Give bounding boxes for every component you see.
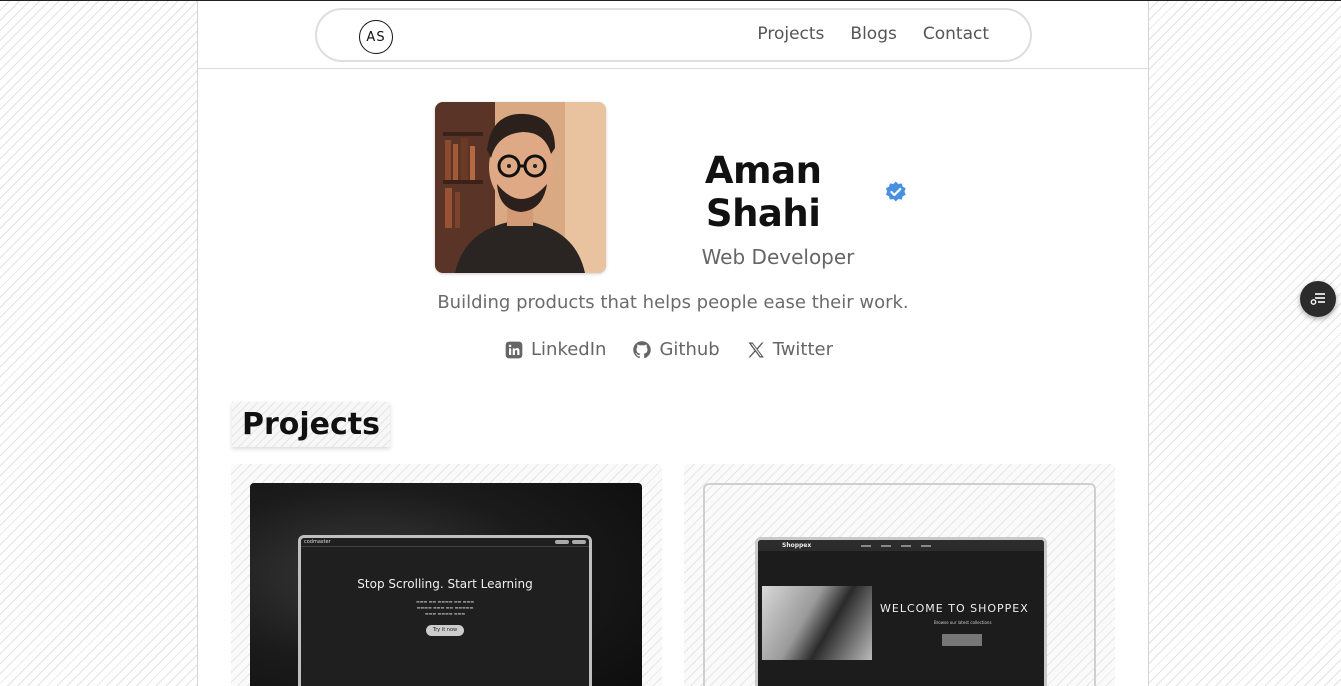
- social-label-twitter: Twitter: [772, 339, 834, 360]
- nav-link-contact[interactable]: Contact: [923, 24, 989, 44]
- mockup-hero-image: [762, 586, 872, 660]
- nav-link-blogs[interactable]: Blogs: [850, 24, 896, 44]
- name-row: Aman Shahi: [648, 149, 908, 235]
- navbar: AS Projects Blogs Contact: [315, 8, 1032, 62]
- social-links: LinkedIn Github Twitter: [504, 339, 833, 360]
- project-thumbnail: codmaster Stop Scrolling. Start Learning…: [250, 483, 642, 686]
- mockup-navbar: codmaster: [301, 538, 589, 547]
- projects-heading: Projects: [232, 402, 390, 447]
- mockup-nav-pills: [555, 540, 586, 544]
- mockup-headline: Stop Scrolling. Start Learning: [357, 577, 533, 591]
- laptop-mockup: Shoppex WELCOME TO SHOPPEX Browse our la…: [755, 537, 1047, 686]
- mockup-body-text: ▬▬▬ ▬▬ ▬▬▬▬ ▬▬ ▬▬▬ ▬▬▬▬ ▬▬▬ ▬▬ ▬▬▬▬▬ ▬▬▬ ▬…: [416, 599, 474, 616]
- list-settings-icon: [1310, 293, 1325, 305]
- profile-heading: Aman Shahi Web Developer: [648, 149, 908, 269]
- social-link-twitter[interactable]: Twitter: [746, 339, 833, 360]
- mockup-cta-button: Try it now: [426, 625, 464, 636]
- site-header: AS Projects Blogs Contact: [198, 1, 1148, 69]
- social-link-github[interactable]: Github: [632, 339, 720, 360]
- verified-badge-icon: [886, 181, 907, 201]
- mockup-subtext: Browse our latest collections: [934, 620, 992, 625]
- mockup-brand: codmaster: [304, 539, 331, 545]
- logo-link[interactable]: AS: [359, 20, 393, 54]
- profile-name: Aman Shahi: [704, 149, 822, 235]
- nav-link-projects[interactable]: Projects: [757, 24, 824, 44]
- social-label-linkedin: LinkedIn: [531, 339, 607, 360]
- social-link-linkedin[interactable]: LinkedIn: [504, 339, 606, 360]
- avatar: [435, 102, 606, 273]
- profile-tagline: Building products that helps people ease…: [437, 292, 909, 313]
- project-card-codmaster[interactable]: codmaster Stop Scrolling. Start Learning…: [231, 464, 662, 686]
- nav-links: Projects Blogs Contact: [757, 24, 989, 44]
- project-thumbnail: Shoppex WELCOME TO SHOPPEX Browse our la…: [703, 483, 1096, 686]
- mockup-brand: Shoppex: [782, 542, 812, 549]
- floating-menu-button[interactable]: [1300, 281, 1336, 317]
- project-card-shoppex[interactable]: Shoppex WELCOME TO SHOPPEX Browse our la…: [684, 464, 1115, 686]
- avatar-illustration: [435, 102, 606, 273]
- mockup-nav-items: [861, 544, 932, 547]
- x-twitter-icon: [748, 342, 764, 357]
- page-container: AS Projects Blogs Contact Aman Shahi Web…: [197, 1, 1149, 686]
- social-label-github: Github: [659, 339, 720, 360]
- linkedin-icon: [505, 341, 523, 358]
- mockup-navbar: Shoppex: [758, 540, 1044, 551]
- github-icon: [633, 340, 652, 358]
- laptop-mockup: codmaster Stop Scrolling. Start Learning…: [298, 535, 592, 686]
- profile-role: Web Developer: [701, 245, 855, 269]
- mockup-headline: WELCOME TO SHOPPEX: [880, 602, 1029, 615]
- mockup-cta-button: [942, 634, 982, 646]
